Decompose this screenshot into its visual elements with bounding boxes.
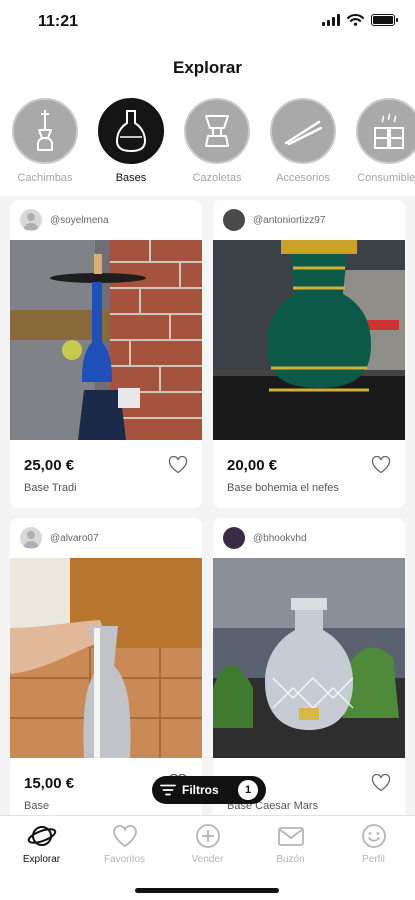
tab-explorar[interactable]: Explorar	[7, 822, 77, 865]
seller-username: @alvaro07	[50, 532, 99, 544]
seller-row[interactable]: @antoniortizz97	[213, 200, 405, 240]
home-indicator[interactable]	[135, 888, 279, 893]
header: Explorar Cachimbas Bases Cazoletas Acces…	[0, 46, 415, 196]
filter-lines-icon	[160, 784, 176, 796]
product-name: Base	[24, 800, 50, 812]
filter-label: Filtros	[182, 783, 219, 797]
tab-favoritos[interactable]: Favoritos	[90, 822, 160, 865]
category-bases[interactable]: Bases	[98, 98, 164, 184]
tab-label: Explorar	[22, 854, 61, 865]
category-carousel[interactable]: Cachimbas Bases Cazoletas Accesorios Con…	[12, 98, 415, 184]
coal-cubes-icon	[374, 113, 404, 149]
tab-label: Favoritos	[103, 854, 146, 865]
tab-label: Buzón	[276, 854, 305, 865]
avatar	[20, 209, 42, 231]
user-placeholder-icon	[23, 531, 39, 548]
mail-icon	[277, 827, 304, 846]
category-label: Consumibles	[357, 172, 415, 184]
product-photo[interactable]	[10, 558, 202, 758]
product-card[interactable]: @soyelmena 25,00 € Base Tradi	[10, 200, 202, 508]
category-cazoletas[interactable]: Cazoletas	[184, 98, 250, 184]
hookah-icon	[37, 110, 53, 151]
product-photo[interactable]	[213, 240, 405, 440]
page-title: Explorar	[173, 58, 242, 77]
tab-bar: Explorar Favoritos Vender Buzón Perfil	[0, 815, 415, 900]
product-photo[interactable]	[10, 240, 202, 440]
category-label: Cachimbas	[17, 172, 73, 184]
user-placeholder-icon	[23, 213, 39, 230]
category-cachimbas[interactable]: Cachimbas	[12, 98, 78, 184]
battery-icon	[371, 14, 398, 26]
product-price: 15,00 €	[24, 775, 75, 792]
smiley-icon	[361, 824, 386, 848]
avatar	[223, 209, 245, 231]
seller-row[interactable]: @soyelmena	[10, 200, 202, 240]
product-card[interactable]: @antoniortizz97 20,00 € Base bohemia el …	[213, 200, 405, 508]
category-accesorios[interactable]: Accesorios	[270, 98, 336, 184]
status-bar: 11:21	[0, 0, 415, 46]
category-label: Cazoletas	[192, 172, 242, 184]
seller-username: @soyelmena	[50, 214, 109, 226]
tab-label: Vender	[191, 854, 224, 865]
product-name: Base Tradi	[24, 482, 77, 494]
tab-perfil[interactable]: Perfil	[339, 822, 409, 865]
tab-buzon[interactable]: Buzón	[256, 822, 326, 865]
planet-icon	[27, 826, 56, 846]
filter-count-badge: 1	[238, 780, 258, 800]
category-consumibles[interactable]: Consumibles	[356, 98, 415, 184]
avatar	[223, 527, 245, 549]
status-time: 11:21	[38, 13, 79, 30]
category-label: Bases	[115, 172, 147, 184]
bowl-icon	[205, 115, 229, 147]
product-price: 20,00 €	[227, 457, 278, 474]
favorite-heart-icon[interactable]	[371, 774, 391, 792]
favorite-heart-icon[interactable]	[371, 456, 391, 474]
vase-base-icon	[116, 110, 146, 152]
system-icons	[322, 14, 398, 26]
wifi-icon	[347, 14, 364, 26]
seller-row[interactable]: @bhookvhd	[213, 518, 405, 558]
product-price: 25,00 €	[24, 457, 75, 474]
seller-username: @bhookvhd	[253, 532, 307, 544]
tongs-icon	[284, 120, 323, 146]
category-label: Accesorios	[276, 172, 330, 184]
signal-icon	[322, 14, 340, 26]
plus-circle-icon	[195, 824, 220, 848]
avatar	[20, 527, 42, 549]
tab-vender[interactable]: Vender	[173, 822, 243, 865]
filter-button[interactable]: Filtros 1	[152, 776, 266, 804]
tab-label: Perfil	[362, 854, 385, 865]
heart-icon	[112, 825, 137, 848]
favorite-heart-icon[interactable]	[168, 456, 188, 474]
product-photo[interactable]	[213, 558, 405, 758]
seller-row[interactable]: @alvaro07	[10, 518, 202, 558]
product-name: Base bohemia el nefes	[227, 482, 339, 494]
seller-username: @antoniortizz97	[253, 214, 326, 226]
